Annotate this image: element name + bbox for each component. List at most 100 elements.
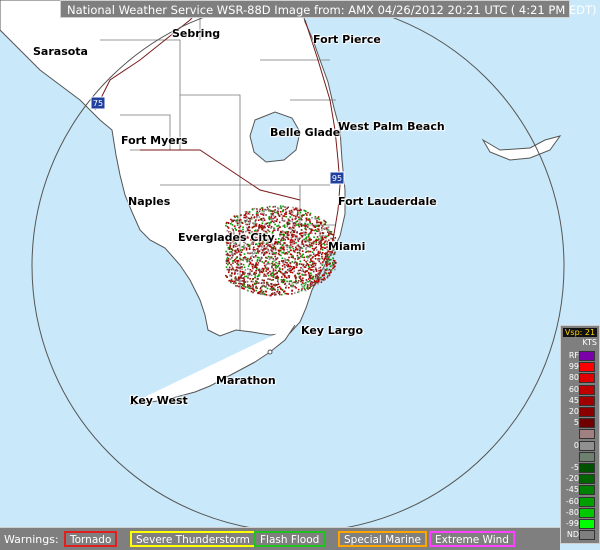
velocity-legend: Vsp: 21 KTS RF 99 80 60 45 20 5 0 -5 -20 -45 -60 -80… xyxy=(560,325,600,544)
echo-pixel xyxy=(333,266,335,268)
echo-pixel xyxy=(305,220,307,223)
echo-pixel xyxy=(249,285,251,288)
echo-pixel xyxy=(291,236,294,238)
echo-pixel xyxy=(311,251,314,253)
legend-swatch xyxy=(579,507,595,518)
echo-pixel xyxy=(283,239,286,241)
echo-pixel xyxy=(280,260,283,262)
warning-tornado[interactable]: Tornado xyxy=(64,531,118,547)
echo-pixel xyxy=(307,223,309,226)
echo-pixel xyxy=(268,222,270,224)
echo-pixel xyxy=(320,241,322,244)
echo-pixel xyxy=(266,281,269,284)
echo-pixel xyxy=(294,229,296,232)
echo-pixel xyxy=(251,222,254,224)
echo-pixel xyxy=(237,267,240,269)
echo-pixel xyxy=(300,280,302,283)
echo-pixel xyxy=(283,273,286,275)
echo-pixel xyxy=(277,212,279,215)
echo-pixel xyxy=(280,279,283,281)
echo-pixel xyxy=(236,215,239,217)
echo-pixel xyxy=(247,226,250,229)
echo-pixel xyxy=(281,237,283,239)
echo-pixel xyxy=(307,284,309,286)
echo-pixel xyxy=(249,268,252,271)
echo-pixel xyxy=(254,276,256,278)
echo-pixel xyxy=(334,237,337,239)
echo-pixel xyxy=(281,244,284,246)
echo-pixel xyxy=(275,220,277,222)
echo-pixel xyxy=(325,263,328,266)
echo-pixel xyxy=(289,262,292,264)
echo-pixel xyxy=(294,292,296,294)
echo-pixel xyxy=(284,213,286,215)
echo-pixel xyxy=(282,272,284,275)
echo-pixel xyxy=(276,218,278,221)
echo-pixel xyxy=(277,224,280,227)
echo-pixel xyxy=(267,272,270,274)
legend-row-label: 60 xyxy=(568,384,579,394)
echo-pixel xyxy=(303,282,305,285)
echo-pixel xyxy=(293,214,295,217)
echo-pixel xyxy=(317,254,320,257)
echo-pixel xyxy=(288,286,290,289)
echo-pixel xyxy=(256,256,259,259)
legend-row: ND xyxy=(563,529,599,541)
echo-pixel xyxy=(318,221,320,224)
echo-pixel xyxy=(286,292,288,295)
echo-pixel xyxy=(300,263,303,266)
echo-pixel xyxy=(311,242,313,245)
echo-pixel xyxy=(267,283,269,286)
echo-pixel xyxy=(256,281,258,283)
echo-pixel xyxy=(260,227,263,229)
echo-pixel xyxy=(268,294,270,297)
echo-pixel xyxy=(299,209,302,211)
echo-pixel xyxy=(238,222,241,225)
echo-pixel xyxy=(300,225,303,227)
echo-pixel xyxy=(255,285,257,288)
echo-pixel xyxy=(270,210,273,212)
echo-pixel xyxy=(312,224,315,227)
echo-pixel xyxy=(261,222,264,224)
echo-pixel xyxy=(251,270,253,272)
echo-pixel xyxy=(266,267,269,269)
echo-pixel xyxy=(248,211,251,213)
echo-pixel xyxy=(320,262,322,265)
echo-pixel xyxy=(266,222,268,225)
echo-pixel xyxy=(237,250,240,253)
echo-pixel xyxy=(309,264,311,266)
echo-pixel xyxy=(295,248,298,250)
echo-pixel xyxy=(260,269,262,271)
echo-pixel xyxy=(271,292,274,295)
echo-pixel xyxy=(247,272,249,275)
echo-pixel xyxy=(275,258,277,260)
echo-pixel xyxy=(290,271,292,274)
echo-pixel xyxy=(321,274,324,276)
echo-pixel xyxy=(251,208,254,211)
echo-pixel xyxy=(313,261,315,263)
echo-pixel xyxy=(231,265,233,268)
echo-pixel xyxy=(300,224,302,226)
echo-pixel xyxy=(261,257,263,259)
echo-pixel xyxy=(245,275,248,278)
legend-row-label: 5 xyxy=(573,418,579,428)
echo-pixel xyxy=(267,255,270,258)
warning-flash-flood[interactable]: Flash Flood xyxy=(254,531,326,547)
echo-pixel xyxy=(236,247,239,250)
echo-pixel xyxy=(309,212,312,215)
warning-extreme-wind[interactable]: Extreme Wind xyxy=(429,531,515,547)
echo-pixel xyxy=(300,243,303,246)
echo-pixel xyxy=(273,227,275,229)
legend-row-label: 99 xyxy=(568,362,579,372)
warning-severe-thunderstorm[interactable]: Severe Thunderstorm xyxy=(130,531,256,547)
echo-pixel xyxy=(284,292,286,295)
echo-pixel xyxy=(274,289,276,291)
warning-special-marine[interactable]: Special Marine xyxy=(338,531,428,547)
echo-pixel xyxy=(225,274,227,277)
echo-pixel xyxy=(227,246,230,249)
echo-pixel xyxy=(301,236,303,238)
echo-pixel xyxy=(312,265,315,268)
echo-pixel xyxy=(264,290,267,293)
echo-pixel xyxy=(274,264,276,266)
echo-pixel xyxy=(258,224,261,226)
